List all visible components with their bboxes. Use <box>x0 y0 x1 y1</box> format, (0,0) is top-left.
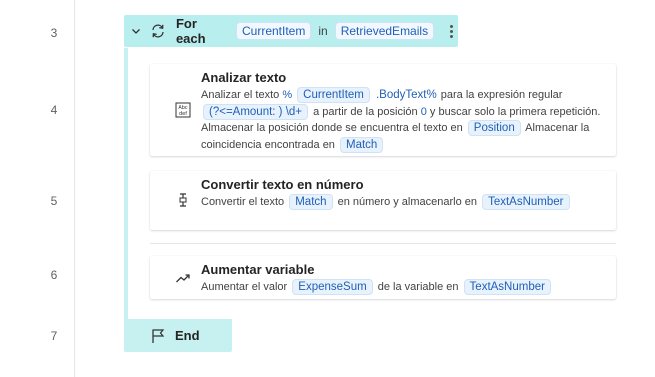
gutter-divider <box>74 0 75 377</box>
desc-text: de la variable en <box>377 281 459 293</box>
action-description: Aumentar el valor ExpenseSum de la varia… <box>201 279 606 296</box>
line-number: 3 <box>50 26 58 40</box>
end-block[interactable]: End <box>124 319 232 352</box>
for-each-block[interactable]: For each CurrentItem in RetrievedEmails <box>124 15 458 47</box>
variable-pill[interactable]: Match <box>289 194 333 210</box>
trending-up-icon <box>174 269 192 287</box>
loop-icon <box>149 22 167 40</box>
variable-pill[interactable]: Position <box>467 120 521 136</box>
flag-icon <box>150 328 166 344</box>
end-label: End <box>175 328 200 343</box>
convert-number-icon <box>174 191 192 209</box>
variable-pill[interactable]: TextAsNumber <box>463 279 551 295</box>
desc-text: para la expresión regular <box>440 89 563 101</box>
loop-in-label: in <box>318 24 328 38</box>
desc-text: en número y almacenarlo en <box>337 196 478 208</box>
action-description: Analizar el texto % CurrentItem .BodyTex… <box>201 87 606 153</box>
line-number: 4 <box>50 103 58 117</box>
line-number: 6 <box>50 268 58 282</box>
desc-text: Convertir el texto <box>201 196 285 208</box>
variable-pill[interactable]: TextAsNumber <box>482 194 570 210</box>
action-description: Convertir el texto Match en número y alm… <box>201 194 606 211</box>
desc-percent: % <box>282 89 293 101</box>
action-card-increase-variable[interactable]: Aumentar variable Aumentar el valor Expe… <box>150 256 616 299</box>
variable-pill[interactable]: Match <box>340 136 384 153</box>
loop-keyword: For each <box>175 16 206 46</box>
chevron-down-icon[interactable] <box>130 24 143 38</box>
loop-body-rail <box>124 48 128 320</box>
action-card-convert-text[interactable]: Convertir texto en número Convertir el t… <box>150 171 616 230</box>
action-title: Aumentar variable <box>201 262 315 277</box>
line-number: 5 <box>50 194 58 208</box>
desc-text: Aumentar el valor <box>201 281 288 293</box>
position-value: 0 <box>420 105 427 118</box>
regex-pill[interactable]: (?<=Amount: ) \d+ <box>203 103 309 120</box>
more-vertical-icon[interactable] <box>445 21 458 41</box>
action-title: Convertir texto en número <box>201 177 364 192</box>
variable-pill[interactable]: CurrentItem <box>297 87 370 103</box>
variable-pill[interactable]: ExpenseSum <box>292 279 373 295</box>
svg-text:def: def <box>179 111 187 117</box>
action-title: Analizar texto <box>201 70 287 85</box>
variable-pill[interactable]: CurrentItem <box>236 22 312 40</box>
line-number: 7 <box>50 329 58 343</box>
action-card-parse-text[interactable]: Abc def Analizar texto Analizar el texto… <box>150 64 616 156</box>
desc-text: a partir de la posición <box>313 105 418 118</box>
variable-pill[interactable]: RetrievedEmails <box>334 22 435 40</box>
desc-text: Analizar el texto <box>201 89 280 101</box>
variable-expression: .BodyText% <box>374 87 438 103</box>
drop-separator <box>150 243 616 244</box>
parse-text-icon: Abc def <box>174 101 192 119</box>
